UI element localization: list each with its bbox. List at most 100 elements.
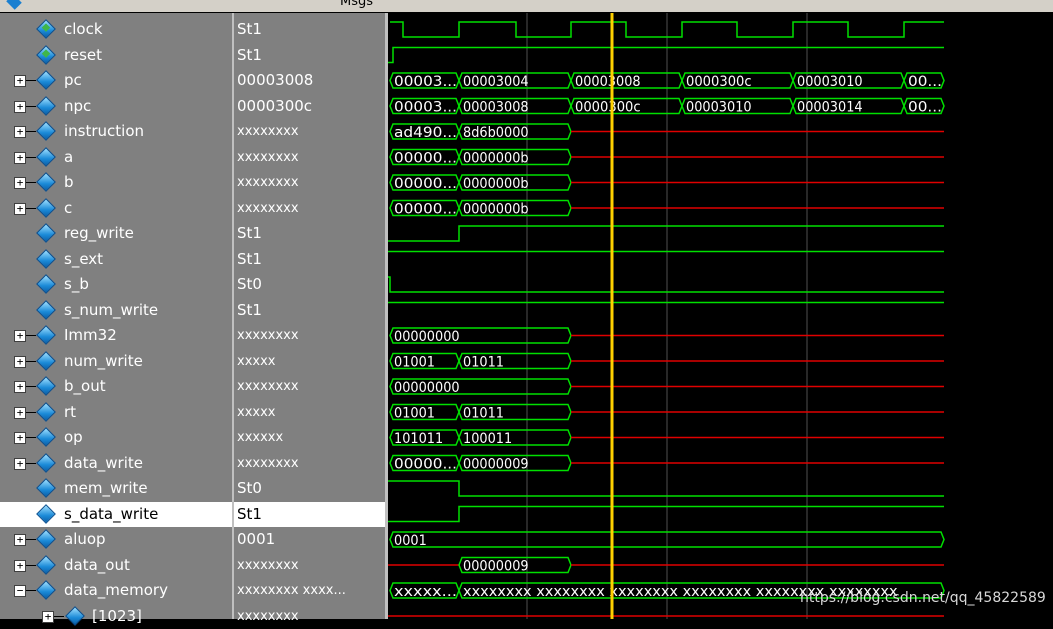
signal-value: xxxxxxxx: [237, 149, 299, 165]
expand-icon[interactable]: +: [14, 534, 26, 546]
tree-line: [26, 590, 36, 591]
tree-line: [54, 615, 64, 617]
signal-row[interactable]: + a xxxxxxxx: [0, 145, 385, 170]
tree-line: [26, 437, 36, 438]
bus-value-label: 0000000b: [463, 202, 529, 218]
signal-row[interactable]: + rt xxxxx: [0, 400, 385, 425]
bus-value-label: 00000...: [394, 457, 457, 473]
signal-value: xxxxxxxx: [237, 379, 299, 394]
bus-value-label: 0000000b: [463, 176, 529, 192]
signal-row[interactable]: reg_write St1: [0, 221, 385, 246]
collapse-icon[interactable]: −: [14, 585, 26, 597]
wave-header: Msgs: [0, 0, 1053, 13]
tree-line: [26, 539, 36, 540]
bus-value-label: 100011: [463, 431, 512, 447]
signal-row[interactable]: + c xxxxxxxx: [0, 196, 385, 221]
expand-icon[interactable]: +: [14, 330, 26, 342]
signal-value: xxxxxxxx: [237, 608, 299, 624]
bus-value-label: 01001: [394, 406, 435, 422]
bus-value-label: 00003014: [797, 100, 863, 116]
expand-icon[interactable]: +: [14, 75, 26, 87]
signal-row[interactable]: + instruction xxxxxxxx: [0, 119, 385, 144]
signal-name: Imm32: [64, 326, 117, 344]
bus-value-label: 00000000: [394, 380, 460, 396]
signal-row[interactable]: + Imm32 xxxxxxxx: [0, 323, 385, 348]
signal-row[interactable]: s_num_write St1: [0, 298, 385, 323]
signal-name: op: [64, 428, 83, 446]
bus-value-label: ad490...: [394, 125, 457, 141]
expand-icon[interactable]: +: [42, 610, 54, 623]
signal-row[interactable]: reset St1: [0, 43, 385, 68]
bus-value-label: 00003008: [575, 74, 641, 90]
signal-row[interactable]: + aluop 0001: [0, 527, 385, 552]
signal-value: St1: [237, 300, 262, 319]
signal-value: xxxxxxxx: [237, 175, 299, 190]
bus-value-label: 8d6b0000: [463, 125, 529, 141]
value-column-header: Msgs: [340, 0, 374, 9]
bus-value-label: 00000...: [394, 151, 457, 167]
expand-icon[interactable]: +: [14, 432, 26, 444]
signal-value: 0000300c: [237, 96, 313, 115]
signal-value: xxxxx: [237, 353, 276, 369]
signal-value: xxxxxxxx: [237, 124, 299, 139]
signal-row[interactable]: mem_write St0: [0, 476, 385, 501]
signal-value: St0: [237, 479, 262, 497]
signal-row[interactable]: + pc 00003008: [0, 68, 385, 93]
signal-value: St1: [237, 20, 262, 38]
bus-value-label: 00003...: [394, 100, 457, 116]
signal-name: rt: [64, 402, 77, 421]
bus-value-label: 00000000: [394, 329, 460, 345]
tree-line: [26, 411, 36, 413]
tree-line: [26, 105, 36, 107]
signal-name: b_out: [64, 377, 106, 395]
signal-row[interactable]: + op xxxxxx: [0, 425, 385, 450]
expand-icon[interactable]: +: [14, 202, 26, 215]
signal-value: xxxxxx: [237, 430, 284, 445]
signal-value: 00003008: [237, 71, 314, 89]
signal-row[interactable]: + data_write xxxxxxxx: [0, 451, 385, 476]
expand-icon[interactable]: +: [14, 126, 26, 138]
tree-line: [26, 80, 36, 81]
bus-value-label: 0000300c: [575, 100, 641, 116]
signal-name: aluop: [64, 530, 106, 548]
signal-row[interactable]: + b_out xxxxxxxx: [0, 374, 385, 399]
signal-value: St1: [237, 45, 262, 64]
signal-row[interactable]: − data_memory xxxxxxxx xxxx...: [0, 578, 385, 603]
expand-icon[interactable]: +: [14, 355, 26, 368]
expand-icon[interactable]: +: [14, 381, 26, 393]
bus-value-label: 00003008: [463, 100, 529, 116]
signal-name: num_write: [64, 351, 143, 370]
signal-row[interactable]: s_b St0: [0, 272, 385, 297]
expand-icon[interactable]: +: [14, 457, 26, 470]
signal-value: St1: [237, 504, 262, 523]
signal-row[interactable]: + [1023] xxxxxxxx: [0, 604, 385, 629]
bus-value-label: 00000...: [394, 202, 457, 218]
waveform-canvas[interactable]: 00003... 00003004 00003008 0000300c 00003010…: [388, 13, 1053, 619]
expand-icon[interactable]: +: [14, 559, 26, 572]
expand-icon[interactable]: +: [14, 177, 26, 189]
signal-row[interactable]: + data_out xxxxxxxx: [0, 553, 385, 578]
expand-icon[interactable]: +: [14, 151, 26, 164]
bus-value-label: 101011: [394, 431, 443, 447]
signal-name: s_data_write: [64, 504, 159, 523]
s-data-write-wave: [388, 505, 944, 523]
signal-row[interactable]: + num_write xxxxx: [0, 349, 385, 374]
reset-wave: [388, 46, 944, 64]
signal-row[interactable]: clock St1: [0, 17, 385, 42]
signal-row[interactable]: + npc 0000300c: [0, 94, 385, 119]
bus-value-label: 00000009: [463, 559, 529, 575]
tree-line: [26, 131, 36, 132]
tree-line: [26, 386, 36, 387]
expand-icon[interactable]: +: [14, 406, 26, 419]
unsimulated-region: [944, 13, 1053, 619]
signal-value: xxxxx: [237, 404, 276, 420]
expand-icon[interactable]: +: [14, 100, 26, 113]
signal-row[interactable]: + b xxxxxxxx: [0, 170, 385, 195]
signal-name: npc: [64, 96, 92, 115]
tree-line: [26, 182, 36, 183]
signal-row[interactable]: s_ext St1: [0, 247, 385, 272]
signal-row[interactable]: s_data_write St1: [0, 501, 385, 527]
tree-line: [26, 156, 36, 158]
tree-line: [26, 335, 36, 336]
signal-name: c: [64, 198, 73, 217]
